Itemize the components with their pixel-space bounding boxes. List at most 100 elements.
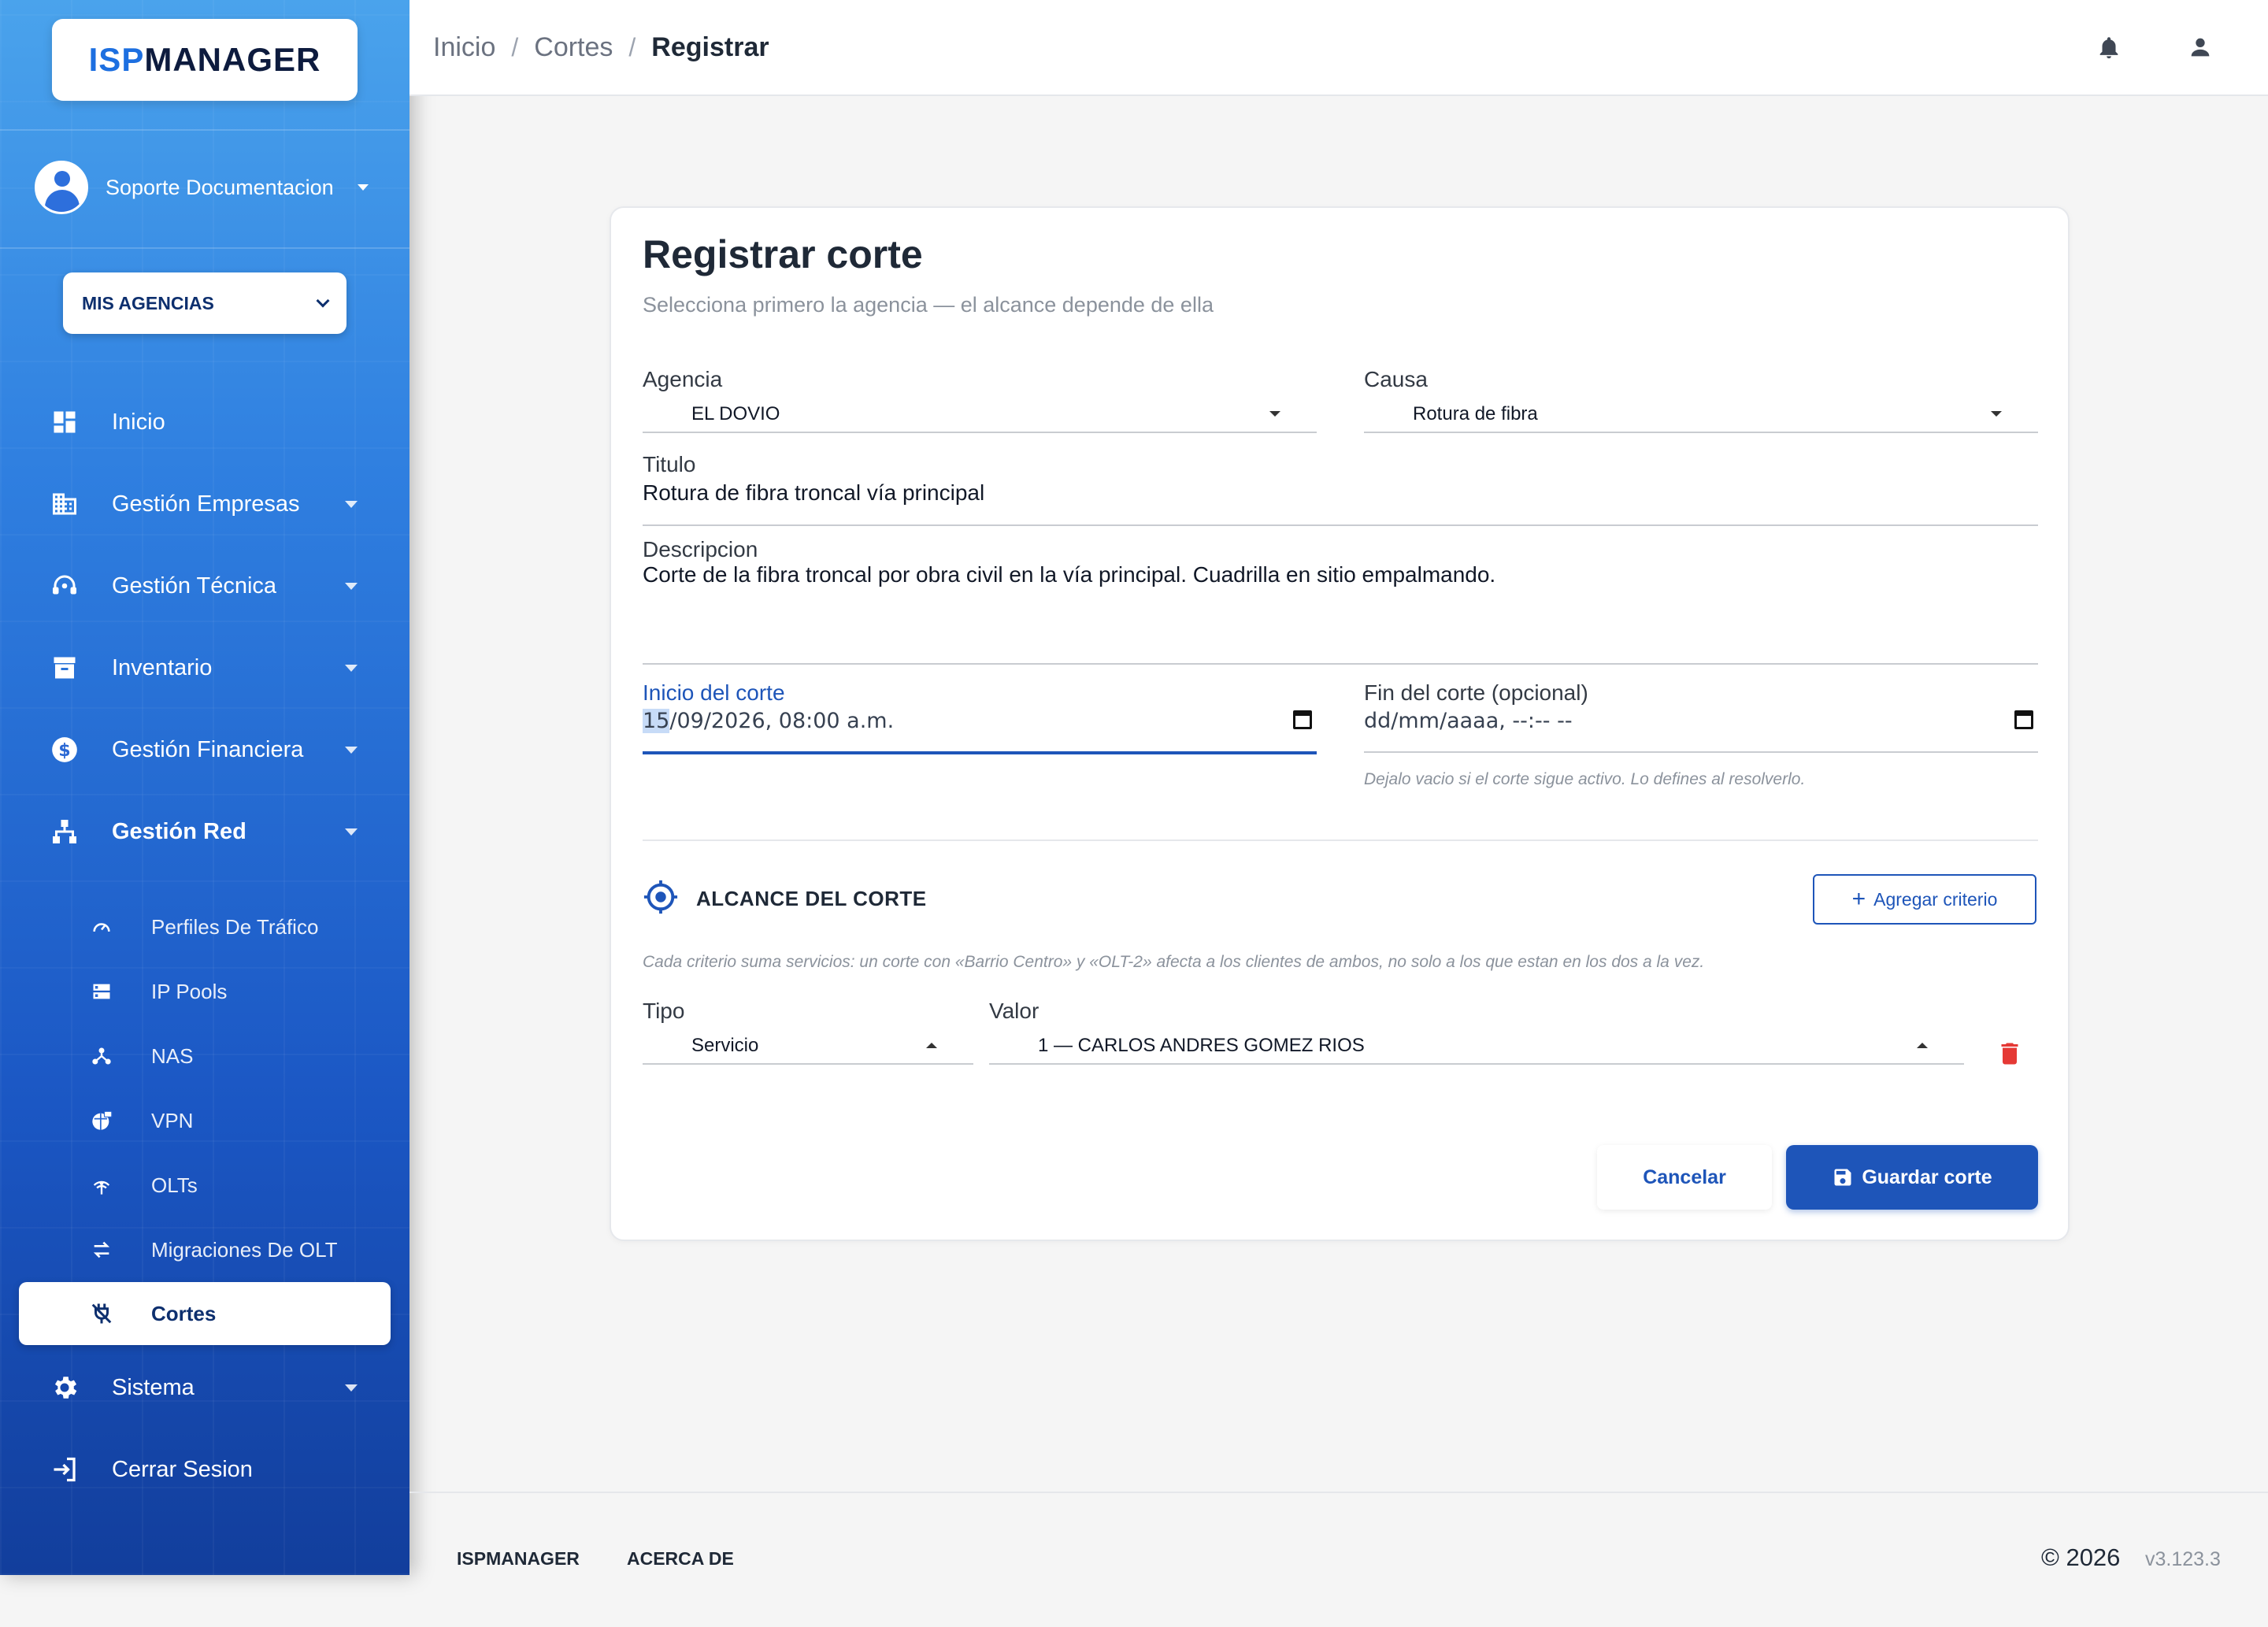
network-icon xyxy=(49,816,80,847)
valor-label: Valor xyxy=(989,999,1040,1023)
sidebar-subitem-nas[interactable]: NAS xyxy=(0,1028,410,1084)
causa-select[interactable]: Rotura de fibra xyxy=(1364,400,2038,433)
sidebar-subitem-ip-pools[interactable]: IP Pools xyxy=(0,964,410,1019)
cancel-button[interactable]: Cancelar xyxy=(1597,1145,1772,1210)
app-logo[interactable]: ISPMANAGER xyxy=(52,19,358,101)
footer-copyright: © 2026 xyxy=(2041,1544,2121,1571)
field-underline xyxy=(643,663,2038,665)
sidebar-subitem-olts[interactable]: OLTs xyxy=(0,1158,410,1213)
sidebar-subitem-migraciones[interactable]: Migraciones De OLT xyxy=(0,1222,410,1277)
sidebar-subitem-vpn[interactable]: VPN xyxy=(0,1093,410,1148)
inicio-day-segment[interactable]: 15 xyxy=(643,709,670,733)
sidebar-item-label: Inicio xyxy=(112,409,165,435)
descripcion-label: Descripcion xyxy=(643,537,758,561)
sidebar-item-inventario[interactable]: Inventario xyxy=(0,636,410,699)
agencia-select[interactable]: EL DOVIO xyxy=(643,400,1317,433)
sidebar-item-label: Cerrar Sesion xyxy=(112,1456,253,1482)
save-cut-label: Guardar corte xyxy=(1862,1166,1992,1188)
tipo-label: Tipo xyxy=(643,999,685,1023)
calendar-icon[interactable] xyxy=(1293,710,1312,729)
sidebar-subitem-cortes[interactable]: Cortes xyxy=(19,1282,391,1345)
footer-about-link[interactable]: ACERCA DE xyxy=(627,1548,734,1570)
sidebar-item-cerrar-sesion[interactable]: Cerrar Sesion xyxy=(0,1438,410,1501)
section-divider xyxy=(643,839,2038,841)
swap-icon xyxy=(90,1238,113,1262)
antenna-icon xyxy=(90,1173,113,1197)
scope-hint: Cada criterio suma servicios: un corte c… xyxy=(643,953,1705,971)
descripcion-field[interactable]: Descripcion Corte de la fibra troncal po… xyxy=(643,537,2038,665)
bell-icon[interactable] xyxy=(2092,30,2126,65)
sidebar-item-label: Perfiles De Tráfico xyxy=(151,914,319,939)
fin-corte-placeholder[interactable]: dd/mm/aaaa, --:-- -- xyxy=(1364,709,1573,733)
causa-label: Causa xyxy=(1364,367,1428,391)
storage-icon xyxy=(90,980,113,1003)
support-agent-icon xyxy=(49,570,80,602)
calendar-icon[interactable] xyxy=(2014,710,2033,729)
sidebar-item-inicio[interactable]: Inicio xyxy=(0,391,410,454)
inicio-corte-field[interactable]: Inicio del corte 15/09/2026, 08:00 a.m. xyxy=(643,680,1317,756)
dollar-circle-icon: $ xyxy=(49,734,80,765)
sidebar-divider xyxy=(0,247,410,249)
page-subtitle: Selecciona primero la agencia — el alcan… xyxy=(643,293,1214,317)
valor-value: 1 — CARLOS ANDRES GOMEZ RIOS xyxy=(1038,1035,1365,1056)
sidebar-item-label: Inventario xyxy=(112,654,213,680)
titulo-field[interactable]: Titulo Rotura de fibra troncal vía princ… xyxy=(643,452,2038,526)
caret-down-icon xyxy=(345,583,358,590)
scope-title: ALCANCE DEL CORTE xyxy=(696,887,927,910)
sidebar-item-gestion-tecnica[interactable]: Gestión Técnica xyxy=(0,554,410,617)
register-cut-card: Registrar corte Selecciona primero la ag… xyxy=(610,206,2070,1241)
breadcrumb-cortes[interactable]: Cortes xyxy=(534,32,613,63)
causa-value: Rotura de fibra xyxy=(1413,403,1538,424)
logout-icon xyxy=(49,1454,80,1485)
save-cut-button[interactable]: Guardar corte xyxy=(1786,1145,2038,1210)
breadcrumb-separator: / xyxy=(511,32,519,61)
valor-select[interactable]: 1 — CARLOS ANDRES GOMEZ RIOS xyxy=(989,1032,1964,1065)
titulo-input[interactable]: Rotura de fibra troncal vía principal xyxy=(643,480,984,506)
caret-up-icon xyxy=(926,1043,937,1048)
user-name: Soporte Documentacion xyxy=(106,175,334,199)
user-menu[interactable]: Soporte Documentacion xyxy=(35,161,369,214)
vpn-lock-icon xyxy=(90,1109,113,1132)
field-underline xyxy=(643,1063,973,1065)
caret-down-icon xyxy=(345,501,358,508)
archive-icon xyxy=(49,652,80,684)
sidebar-item-gestion-financiera[interactable]: $ Gestión Financiera xyxy=(0,718,410,781)
topbar: Inicio / Cortes / Registrar xyxy=(410,0,2268,96)
dashboard-icon xyxy=(49,406,80,438)
sidebar-item-label: OLTs xyxy=(151,1173,198,1197)
avatar xyxy=(35,161,88,214)
field-underline xyxy=(643,524,2038,526)
fin-corte-label: Fin del corte (opcional) xyxy=(1364,680,1588,705)
user-account-icon[interactable] xyxy=(2183,30,2218,65)
sidebar-item-label: Sistema xyxy=(112,1374,195,1400)
caret-down-icon xyxy=(358,184,369,191)
descripcion-textarea[interactable]: Corte de la fibra troncal por obra civil… xyxy=(643,562,1495,587)
agency-selector-button[interactable]: MIS AGENCIAS xyxy=(63,272,346,334)
sidebar-item-gestion-red[interactable]: Gestión Red xyxy=(0,800,410,863)
breadcrumb-home[interactable]: Inicio xyxy=(433,32,495,63)
page-title: Registrar corte xyxy=(643,232,923,276)
chevron-down-icon xyxy=(316,294,330,308)
sidebar-item-sistema[interactable]: Sistema xyxy=(0,1356,410,1419)
inicio-corte-label: Inicio del corte xyxy=(643,680,785,705)
sidebar: ISPMANAGER Soporte Documentacion MIS AGE… xyxy=(0,0,410,1575)
delete-criterion-button[interactable] xyxy=(1996,1038,2024,1069)
caret-down-icon xyxy=(345,828,358,836)
tipo-select[interactable]: Servicio xyxy=(643,1032,973,1065)
caret-down-icon xyxy=(345,665,358,672)
add-criterion-button[interactable]: + Agregar criterio xyxy=(1813,874,2036,925)
sidebar-item-label: Gestión Empresas xyxy=(112,491,300,517)
caret-up-icon xyxy=(1917,1043,1928,1048)
sidebar-item-label: VPN xyxy=(151,1108,194,1132)
plus-icon: + xyxy=(1851,886,1866,912)
sidebar-item-label: Gestión Técnica xyxy=(112,573,277,599)
caret-down-icon xyxy=(345,1384,358,1392)
fin-corte-field[interactable]: Fin del corte (opcional) dd/mm/aaaa, --:… xyxy=(1364,680,2038,756)
inicio-rest-value[interactable]: /09/2026, 08:00 a.m. xyxy=(669,709,894,733)
sidebar-subitem-perfiles[interactable]: Perfiles De Tráfico xyxy=(0,899,410,954)
sidebar-item-gestion-empresas[interactable]: Gestión Empresas xyxy=(0,473,410,536)
add-criterion-label: Agregar criterio xyxy=(1873,888,1998,910)
speed-icon xyxy=(90,915,113,939)
field-underline xyxy=(1364,432,2038,433)
footer-brand-link[interactable]: ISPMANAGER xyxy=(457,1548,580,1570)
